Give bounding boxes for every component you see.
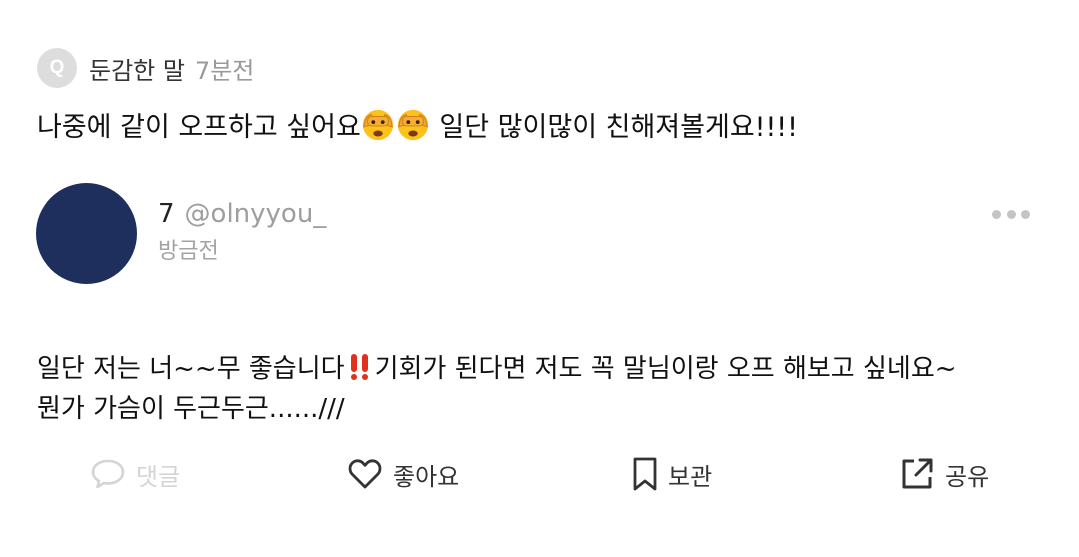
- answer-time: 방금전: [158, 239, 219, 264]
- comment-label: 댓글: [136, 462, 181, 491]
- share-icon: [902, 458, 933, 489]
- answer-body: 일단 저는 너~~무 좋습니다 기회가 된다면 저도 꼭 말님이랑 오프 해보고…: [37, 309, 1057, 429]
- answer-text-line2: 뭔가 가슴이 두근두근......///: [37, 394, 345, 424]
- action-bar: 댓글 좋아요 보관 공유: [0, 451, 1079, 497]
- more-options-icon[interactable]: [992, 205, 1030, 223]
- answer-text-part1: 일단 저는 너~~무 좋습니다: [37, 354, 345, 384]
- peeking-eye-emoji-icon: [397, 109, 428, 141]
- save-label: 보관: [668, 462, 713, 491]
- more-dot: [1021, 209, 1030, 219]
- question-badge-icon: Q: [37, 48, 77, 88]
- more-dot: [1006, 209, 1016, 219]
- bookmark-icon: [633, 457, 657, 491]
- avatar[interactable]: [36, 183, 137, 284]
- double-exclamation-icon: [350, 354, 368, 380]
- like-label: 좋아요: [393, 462, 460, 491]
- comment-bubble-icon: [91, 459, 125, 489]
- question-time: 7분전: [194, 56, 255, 85]
- save-button[interactable]: 보관: [632, 451, 712, 497]
- user-handle[interactable]: @olnyyou_: [185, 199, 327, 229]
- question-header: Q 둔감한 말 7분전: [37, 48, 254, 88]
- comment-button[interactable]: 댓글: [90, 451, 180, 497]
- question-text: 나중에 같이 오프하고 싶어요 일단 많이많이 친해져볼게요!!!!: [37, 108, 1047, 148]
- peeking-eye-emoji-icon: [362, 109, 393, 141]
- answer-text-part2: 기회가 된다면 저도 꼭 말님이랑 오프 해보고 싶네요~: [374, 354, 957, 384]
- heart-icon: [348, 459, 382, 489]
- user-name[interactable]: 7: [158, 199, 175, 229]
- question-text-part1: 나중에 같이 오프하고 싶어요: [37, 112, 361, 143]
- share-label: 공유: [945, 462, 990, 491]
- asker-name[interactable]: 둔감한 말: [89, 51, 185, 86]
- more-dot: [992, 209, 1001, 219]
- answer-user-line: 7 @olnyyou_: [158, 196, 326, 232]
- question-text-part2: 일단 많이많이 친해져볼게요!!!!: [430, 112, 798, 143]
- post-card: Q 둔감한 말 7분전 나중에 같이 오프하고 싶어요 일단 많이많이 친해져볼…: [0, 0, 1079, 557]
- like-button[interactable]: 좋아요: [347, 451, 459, 497]
- share-button[interactable]: 공유: [899, 451, 989, 497]
